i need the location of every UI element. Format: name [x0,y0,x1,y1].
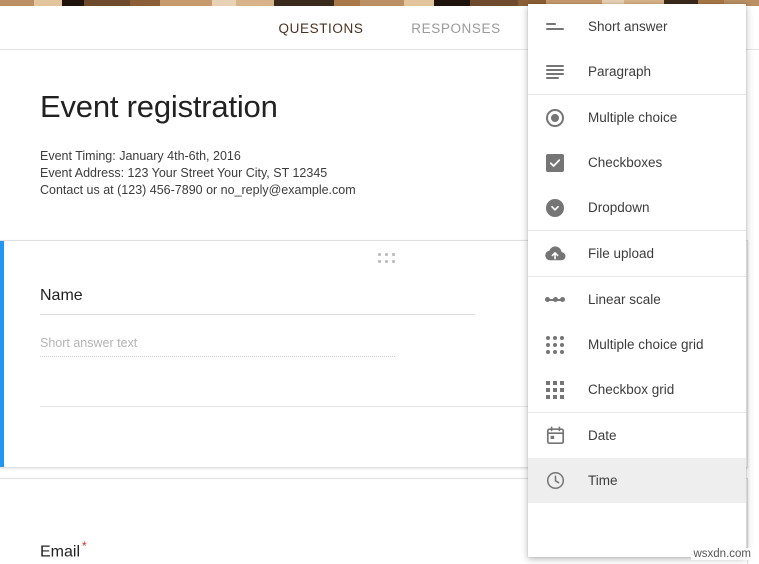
drag-dot [385,253,388,256]
tab-questions[interactable]: QUESTIONS [260,6,382,50]
drag-dot [385,260,388,263]
menu-item-label: Checkboxes [588,155,663,170]
radio-button-icon [544,107,566,129]
menu-item-checkboxes[interactable]: Checkboxes [528,140,746,185]
cloud-upload-icon [544,243,566,265]
question-answer-preview: Short answer text [40,336,395,357]
menu-item-label: Multiple choice [588,110,678,125]
menu-group: Date Time [528,413,746,503]
menu-item-linear-scale[interactable]: Linear scale [528,277,746,322]
menu-item-dropdown[interactable]: Dropdown [528,185,746,230]
menu-group: Short answer Paragraph [528,4,746,95]
drag-handle-icon[interactable] [378,253,397,265]
menu-item-file-upload[interactable]: File upload [528,231,746,276]
drag-dot [378,260,381,263]
menu-item-time[interactable]: Time [528,458,746,503]
app-root: QUESTIONS RESPONSES Event registration E… [0,0,759,564]
menu-item-label: Multiple choice grid [588,337,704,352]
menu-group: Linear scale Multiple choice grid Checkbox… [528,277,746,413]
short-answer-icon [544,16,566,38]
form-description[interactable]: Event Timing: January 4th-6th, 2016 Even… [40,148,510,199]
menu-item-label: Short answer [588,19,668,34]
form-title[interactable]: Event registration [40,88,510,126]
menu-item-label: Paragraph [588,64,652,79]
menu-item-paragraph[interactable]: Paragraph [528,49,746,94]
question-type-menu[interactable]: Short answer Paragraph Multiple choice Chec… [528,4,746,557]
menu-item-checkbox-grid[interactable]: Checkbox grid [528,367,746,412]
paragraph-icon [544,61,566,83]
drag-dot [392,260,395,263]
tab-questions-label: QUESTIONS [278,20,364,36]
checkbox-icon [544,152,566,174]
menu-item-label: Checkbox grid [588,382,675,397]
watermark: wsxdn.com [691,548,753,560]
menu-item-label: File upload [588,246,655,261]
question-title-input[interactable]: Name [40,287,475,315]
menu-item-multiple-choice[interactable]: Multiple choice [528,95,746,140]
menu-item-label: Dropdown [588,200,650,215]
menu-item-short-answer[interactable]: Short answer [528,4,746,49]
clock-icon [544,470,566,492]
menu-item-date[interactable]: Date [528,413,746,458]
menu-item-multiple-choice-grid[interactable]: Multiple choice grid [528,322,746,367]
menu-item-label: Time [588,473,618,488]
required-asterisk: * [82,539,87,553]
linear-scale-icon [544,289,566,311]
tab-responses[interactable]: RESPONSES [396,6,516,50]
question-title-email-label: Email [40,543,81,561]
dot-grid-icon [544,334,566,356]
form-header: Event registration Event Timing: January… [40,88,510,199]
menu-item-label: Date [588,428,617,443]
calendar-icon [544,425,566,447]
menu-group: File upload [528,231,746,277]
question-title-email[interactable]: Email * [40,539,87,561]
drag-dot [392,253,395,256]
tab-responses-label: RESPONSES [411,20,501,36]
drag-dot [378,253,381,256]
menu-item-label: Linear scale [588,292,661,307]
square-grid-icon [544,379,566,401]
form-description-line-2: Event Address: 123 Your Street Your City… [40,166,328,180]
menu-group: Multiple choice Checkboxes Dropdown [528,95,746,231]
dropdown-icon [544,197,566,219]
form-description-line-1: Event Timing: January 4th-6th, 2016 [40,149,241,163]
question-title-row: Name [40,287,475,315]
question-card-active-accent [0,241,4,467]
form-description-line-3: Contact us at (123) 456-7890 or no_reply… [40,183,356,197]
